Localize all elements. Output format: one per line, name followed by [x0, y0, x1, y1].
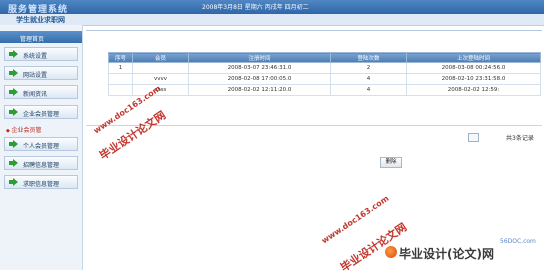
sidebar-item-label: 新闻资讯 — [23, 91, 48, 98]
table-cell: vvvv — [132, 73, 189, 85]
table-cell: 4 — [330, 84, 407, 96]
footer-brand: 毕业设计(论文)网 — [399, 247, 494, 261]
sidebar-item-news[interactable]: 新闻资讯 — [4, 85, 78, 99]
main-content: 序号 会员 注册时间 登陆次数 上次登陆时间 1 2008-03-07 23:4… — [86, 30, 544, 270]
sidebar-subitem-active[interactable]: 企业会员管 — [6, 125, 41, 134]
sidebar-item-label: 网站设置 — [23, 72, 48, 79]
table-cell: 1 — [108, 62, 133, 74]
sidebar-item-system-settings[interactable]: 系统设置 — [4, 47, 78, 61]
sidebar-item-label: 个人会员管理 — [23, 143, 60, 150]
sidebar-item-label: 求职信息管理 — [23, 181, 60, 188]
arrow-icon — [9, 88, 18, 96]
top-bar: 服务管理系统 2008年3月8日 星期六 丙戌年 四月初二 — [0, 0, 544, 15]
table-cell: 2008-03-08 00:24:56.0 — [406, 62, 541, 74]
arrow-icon — [9, 140, 18, 148]
table-cell: 2008-03-07 23:46:31.0 — [188, 62, 331, 74]
arrow-icon — [9, 159, 18, 167]
sidebar-item-company-members[interactable]: 企业会员管理 — [4, 105, 78, 119]
arrow-icon — [9, 108, 18, 116]
table-cell — [132, 62, 189, 74]
table-cell — [108, 84, 133, 96]
delete-button[interactable]: 删除 — [380, 157, 402, 168]
sidebar-item-site-settings[interactable]: 网站设置 — [4, 66, 78, 80]
column-header: 登陆次数 — [330, 52, 407, 63]
logo-icon — [385, 246, 397, 258]
sidebar-item-label: 招聘信息管理 — [23, 162, 60, 169]
table-cell: 2008-02-08 17:00:05.0 — [188, 73, 331, 85]
table-header-row: 序号 会员 注册时间 登陆次数 上次登陆时间 — [108, 52, 541, 63]
column-header: 序号 — [108, 52, 133, 63]
table-cell — [108, 73, 133, 85]
table-row[interactable]: 1 2008-03-07 23:46:31.0 2 2008-03-08 00:… — [108, 62, 541, 74]
member-table: 序号 会员 注册时间 登陆次数 上次登陆时间 1 2008-03-07 23:4… — [108, 52, 541, 96]
table-cell: 2 — [330, 62, 407, 74]
date-text: 2008年3月8日 星期六 丙戌年 四月初二 — [202, 4, 309, 11]
sidebar-item-personal-members[interactable]: 个人会员管理 — [4, 137, 78, 151]
sidebar-home-link[interactable]: 管理首页 — [0, 31, 82, 43]
page-select[interactable] — [468, 133, 479, 142]
table-cell: 2008-02-02 12:11:20.0 — [188, 84, 331, 96]
column-header: 注册时间 — [188, 52, 331, 63]
sidebar-item-label: 系统设置 — [23, 53, 48, 60]
sidebar-item-job-postings[interactable]: 招聘信息管理 — [4, 156, 78, 170]
table-row[interactable]: ssss 2008-02-02 12:11:20.0 4 2008-02-02 … — [108, 84, 541, 96]
column-header: 会员 — [132, 52, 189, 63]
table-row[interactable]: vvvv 2008-02-08 17:00:05.0 4 2008-02-10 … — [108, 73, 541, 85]
table-cell: 4 — [330, 73, 407, 85]
footer-site: 56DOC.com — [500, 238, 536, 245]
sidebar-item-label: 企业会员管理 — [23, 111, 60, 118]
divider — [86, 30, 542, 31]
arrow-icon — [9, 178, 18, 186]
sidebar: 管理首页 系统设置 网站设置 新闻资讯 企业会员管理 企业会员管 个人会员管理 … — [0, 25, 83, 270]
table-cell: 2008-02-10 23:31:58.0 — [406, 73, 541, 85]
column-header: 上次登陆时间 — [406, 52, 541, 63]
table-cell: 2008-02-02 12:59: — [406, 84, 541, 96]
record-count: 共3条记录 — [506, 135, 534, 142]
site-subtitle: 学生就业求职网 — [16, 16, 65, 24]
arrow-icon — [9, 69, 18, 77]
sidebar-item-job-seekers[interactable]: 求职信息管理 — [4, 175, 78, 189]
arrow-icon — [9, 50, 18, 58]
